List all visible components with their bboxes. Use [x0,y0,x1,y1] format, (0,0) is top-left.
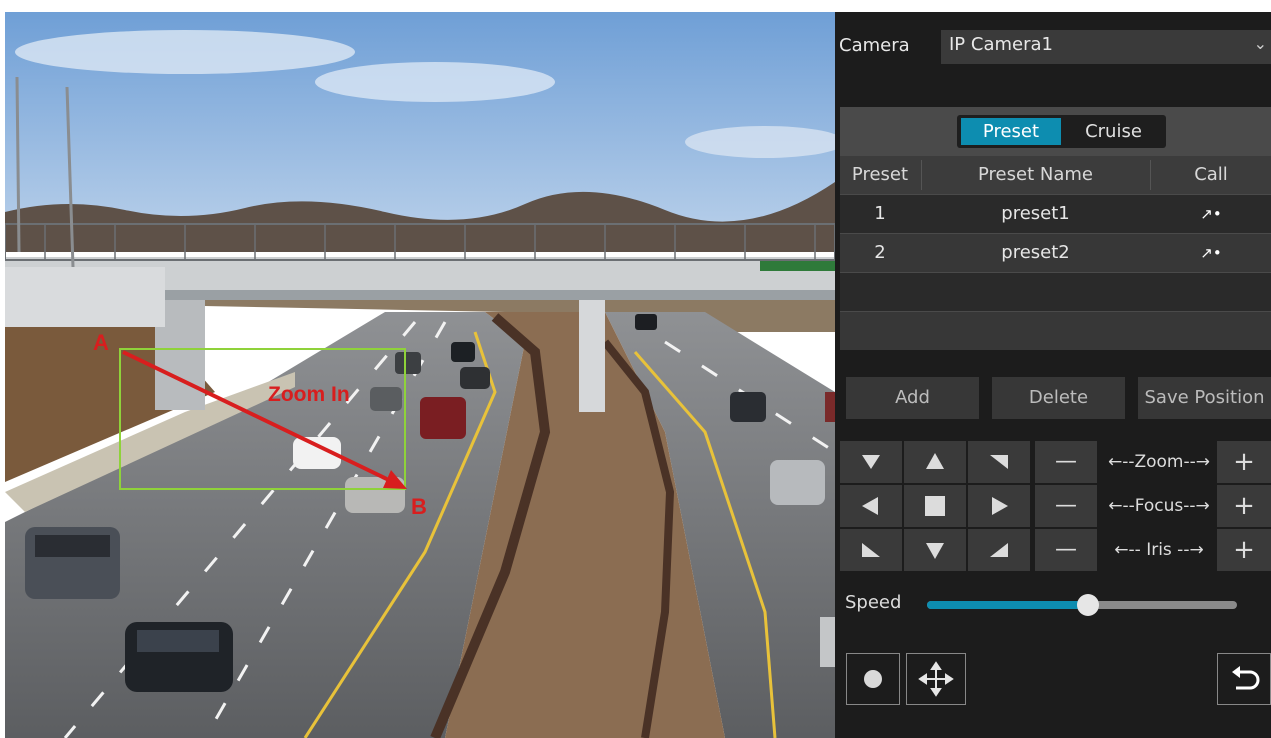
camera-select[interactable]: IP Camera1 ⌄ [941,30,1271,64]
add-button[interactable]: Add [846,377,979,419]
header-preset-name: Preset Name [978,164,1093,185]
preset-panel: Preset Cruise Preset Preset Name Call 1 … [840,107,1271,350]
delete-button[interactable]: Delete [992,377,1125,419]
pan-down-left-button[interactable] [840,529,902,571]
iris-label: ←-- Iris --→ [1114,540,1204,560]
tab-cruise[interactable]: Cruise [1065,118,1162,145]
point-a-label: A [93,330,109,355]
iris-open-button[interactable]: + [1217,529,1271,571]
zoom-in-label: Zoom In [268,383,350,406]
ptz-control-panel: Camera IP Camera1 ⌄ Preset Cruise Preset… [835,12,1271,738]
call-preset-icon[interactable]: ↗• [1151,195,1271,233]
header-preset: Preset [851,164,909,185]
save-position-button[interactable]: Save Position [1138,377,1271,419]
call-preset-icon[interactable]: ↗• [1151,234,1271,272]
table-row-empty [840,312,1271,350]
focus-far-button[interactable]: + [1217,485,1271,527]
camera-select-value: IP Camera1 [949,34,1053,55]
camera-video-view[interactable]: A B Zoom In [5,12,835,738]
iris-close-button[interactable]: — [1035,529,1097,571]
pan-left-button[interactable] [840,485,902,527]
preset-cruise-toggle: Preset Cruise [957,115,1166,148]
preset-name: preset1 [1001,203,1070,224]
speed-slider[interactable] [927,594,1237,616]
zoom-out-button[interactable]: — [1035,441,1097,483]
pan-down-button[interactable] [904,529,966,571]
header-call: Call [1194,164,1228,185]
preset-number: 2 [874,242,886,263]
focus-near-button[interactable]: — [1035,485,1097,527]
zoom-label: ←--Zoom--→ [1107,452,1211,472]
table-row-empty [840,273,1271,311]
pan-up-button[interactable] [904,441,966,483]
preset-name: preset2 [1001,242,1070,263]
preset-number: 1 [874,203,886,224]
tab-preset[interactable]: Preset [961,118,1061,145]
chevron-down-icon: ⌄ [1253,34,1267,53]
camera-label: Camera [839,35,910,56]
table-row[interactable]: 2 preset2 ↗• [840,234,1271,272]
move-icon[interactable] [906,653,966,705]
pan-right-button[interactable] [968,485,1030,527]
stop-button[interactable] [904,485,966,527]
speed-slider-fill [927,601,1088,609]
back-icon[interactable] [1217,653,1271,705]
speed-slider-handle[interactable] [1077,594,1099,616]
pan-up-right-button[interactable] [968,441,1030,483]
pan-down-right-button[interactable] [968,529,1030,571]
point-b-label: B [411,494,427,519]
preset-table-header: Preset Preset Name Call [840,156,1271,194]
table-row[interactable]: 1 preset1 ↗• [840,195,1271,233]
zoom-in-button[interactable]: + [1217,441,1271,483]
pan-up-left-button[interactable] [840,441,902,483]
record-button[interactable] [846,653,900,705]
focus-label: ←--Focus--→ [1108,496,1210,516]
speed-label: Speed [845,592,902,613]
